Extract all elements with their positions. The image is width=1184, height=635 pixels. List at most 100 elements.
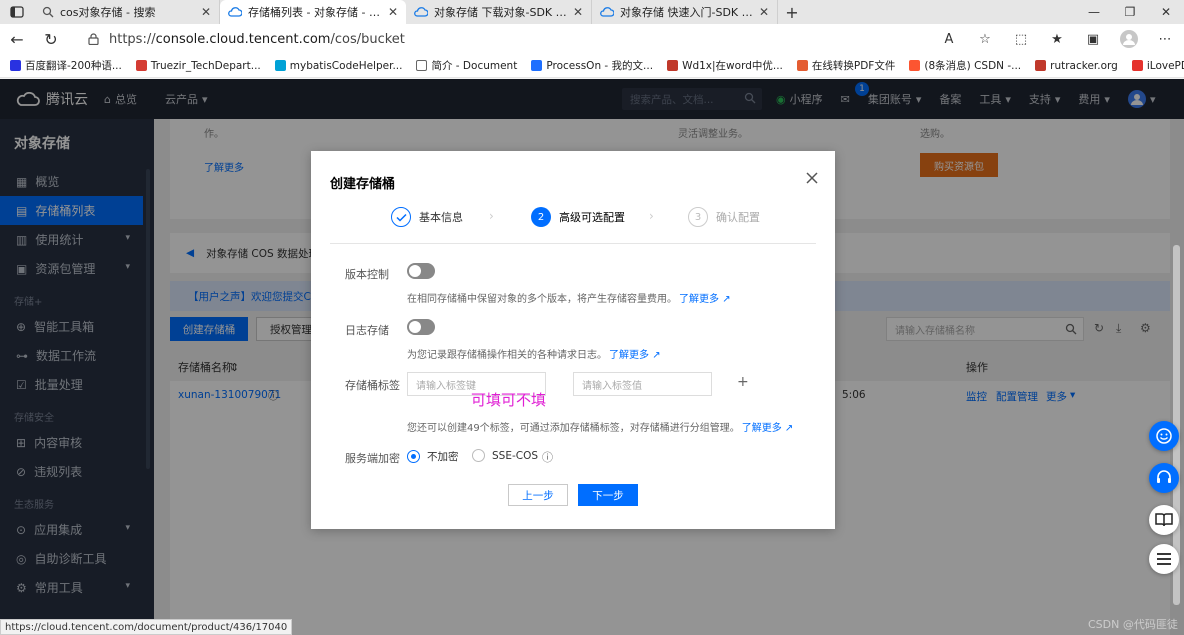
bookmarks-bar: 百度翻译-200种语... Truezir_TechDepart... myba… <box>0 54 1184 78</box>
add-tag-button[interactable]: + <box>737 374 749 390</box>
radio-no-encryption[interactable]: 不加密 <box>407 449 459 464</box>
create-bucket-dialog: 创建存储桶 基本信息 › 2 高级可选配置 › 3 确认配置 版本控制 在相同存… <box>311 151 835 529</box>
versioning-help: 在相同存储桶中保留对象的多个版本，将产生存储容量费用。 了解更多 ↗ <box>407 294 731 305</box>
tags-label: 存储桶标签 <box>345 379 400 392</box>
versioning-label: 版本控制 <box>345 268 389 281</box>
address-bar: ← ↻ https://console.cloud.tencent.com/co… <box>0 24 1184 54</box>
tab-title: 存储桶列表 - 对象存储 - 控制台 <box>248 6 382 19</box>
annotation-text: 可填可不填 <box>471 391 547 409</box>
browser-tab-quickstart-doc[interactable]: 对象存储 快速入门-SDK 文档-文 ✕ <box>592 0 778 24</box>
step-basic-info: 基本信息 <box>391 207 463 227</box>
window-controls: — ❐ ✕ <box>1076 0 1184 24</box>
tab-actions-icon[interactable] <box>0 0 34 24</box>
tags-help: 您还可以创建49个标签，可通过添加存储桶标签，对存储桶进行分组管理。 了解更多 ↗ <box>407 423 794 434</box>
url-path: /cos/bucket <box>330 31 405 47</box>
radio-sse-cos[interactable]: SSE-COS <box>472 449 538 462</box>
versioning-toggle[interactable] <box>407 263 435 279</box>
more-options-icon[interactable]: ⋯ <box>1154 28 1176 50</box>
logging-toggle[interactable] <box>407 319 435 335</box>
external-link-icon: ↗ <box>784 423 794 434</box>
close-tab-icon[interactable]: ✕ <box>573 5 583 19</box>
maximize-icon[interactable]: ❐ <box>1112 0 1148 24</box>
close-tab-icon[interactable]: ✕ <box>759 5 769 19</box>
profile-avatar-icon[interactable] <box>1118 28 1140 50</box>
browser-tab-download-doc[interactable]: 对象存储 下载对象-SDK 文档-文 ✕ <box>406 0 592 24</box>
external-link-icon: ↗ <box>722 294 731 305</box>
tab-title: cos对象存储 - 搜索 <box>60 6 156 19</box>
bookmark-icon <box>416 60 428 71</box>
csdn-watermark: CSDN @代码匪徒 <box>1088 618 1178 631</box>
divider <box>330 243 816 244</box>
radio-button-selected[interactable] <box>407 450 420 463</box>
read-aloud-icon[interactable]: A <box>938 28 960 50</box>
bookmark-item[interactable]: Wd1x|在word中优... <box>667 58 783 73</box>
collections-icon[interactable]: ▣ <box>1082 28 1104 50</box>
dialog-title: 创建存储桶 <box>330 177 396 192</box>
browser-toolbar: A ☆ ⬚ ★ ▣ ⋯ <box>938 28 1176 50</box>
bookmark-icon <box>667 60 679 71</box>
bookmark-item[interactable]: 简介 - Document <box>416 58 517 73</box>
step-number: 3 <box>688 207 708 227</box>
url-host: console.cloud.tencent.com <box>155 31 331 47</box>
bookmark-item[interactable]: 百度翻译-200种语... <box>10 58 122 73</box>
smile-assistant-icon[interactable] <box>1149 421 1179 451</box>
bookmark-item[interactable]: rutracker.org <box>1035 60 1118 72</box>
new-tab-button[interactable]: + <box>778 0 806 24</box>
tag-value-input[interactable]: 请输入标签值 <box>573 372 712 396</box>
chevron-right-icon: › <box>649 209 654 223</box>
step-label: 基本信息 <box>419 211 463 224</box>
step-label: 确认配置 <box>716 211 760 224</box>
bookmark-item[interactable]: (8条消息) CSDN -... <box>909 58 1021 73</box>
browser-tabstrip: cos对象存储 - 搜索 ✕ 存储桶列表 - 对象存储 - 控制台 ✕ 对象存储… <box>0 0 1184 24</box>
minimize-icon[interactable]: — <box>1076 0 1112 24</box>
external-link-icon: ↗ <box>652 350 661 361</box>
step-indicator: 基本信息 › 2 高级可选配置 › 3 确认配置 <box>391 207 791 229</box>
browser-tab-bucket-list[interactable]: 存储桶列表 - 对象存储 - 控制台 ✕ <box>220 0 406 24</box>
bookmark-icon <box>531 60 543 71</box>
bookmark-icon <box>1131 60 1143 71</box>
bookmark-icon <box>10 60 21 71</box>
bookmark-icon <box>135 60 147 71</box>
lock-icon <box>88 33 99 45</box>
bookmark-item[interactable]: iLovePDF |面向 PDF... <box>1131 58 1184 73</box>
docs-book-icon[interactable] <box>1149 505 1179 535</box>
url-field[interactable]: https://console.cloud.tencent.com/cos/bu… <box>78 27 968 51</box>
tab-title: 对象存储 快速入门-SDK 文档-文 <box>620 6 753 19</box>
bookmark-item[interactable]: mybatisCodeHelper... <box>274 60 402 72</box>
chevron-right-icon: › <box>489 209 494 223</box>
learn-more-link[interactable]: 了解更多 <box>742 423 782 434</box>
learn-more-link[interactable]: 了解更多 <box>609 350 649 361</box>
menu-list-icon[interactable] <box>1149 544 1179 574</box>
encryption-label: 服务端加密 <box>345 452 400 465</box>
browser-tab-search[interactable]: cos对象存储 - 搜索 ✕ <box>34 0 220 24</box>
info-icon[interactable]: ⓘ <box>542 449 553 465</box>
bookmark-icon <box>909 60 921 71</box>
favorites-icon[interactable]: ★ <box>1046 28 1068 50</box>
learn-more-link[interactable]: 了解更多 <box>679 294 719 305</box>
tab-title: 对象存储 下载对象-SDK 文档-文 <box>434 6 567 19</box>
close-tab-icon[interactable]: ✕ <box>201 5 211 19</box>
url-scheme: https:// <box>109 31 156 47</box>
bookmark-item[interactable]: 在线转换PDF文件 <box>796 58 895 73</box>
bookmark-icon <box>1035 60 1047 71</box>
cloud-icon <box>414 7 428 17</box>
refresh-icon[interactable]: ↻ <box>34 24 68 54</box>
bookmark-item[interactable]: ProcessOn - 我的文... <box>531 58 653 73</box>
back-icon[interactable]: ← <box>0 24 34 54</box>
prev-step-button[interactable]: 上一步 <box>508 484 568 506</box>
extensions-icon[interactable]: ⬚ <box>1010 28 1032 50</box>
logging-label: 日志存储 <box>345 324 389 337</box>
close-icon[interactable] <box>803 169 821 187</box>
bookmark-item[interactable]: Truezir_TechDepart... <box>135 60 261 72</box>
favorite-add-icon[interactable]: ☆ <box>974 28 996 50</box>
close-window-icon[interactable]: ✕ <box>1148 0 1184 24</box>
step-label: 高级可选配置 <box>559 211 625 224</box>
step-number: 2 <box>531 207 551 227</box>
radio-button[interactable] <box>472 449 485 462</box>
link-status-bar: https://cloud.tencent.com/document/produ… <box>0 619 293 635</box>
next-step-button[interactable]: 下一步 <box>578 484 638 506</box>
cloud-icon <box>600 7 614 17</box>
check-icon <box>391 207 411 227</box>
customer-service-icon[interactable] <box>1149 463 1179 493</box>
close-tab-icon[interactable]: ✕ <box>388 5 398 19</box>
